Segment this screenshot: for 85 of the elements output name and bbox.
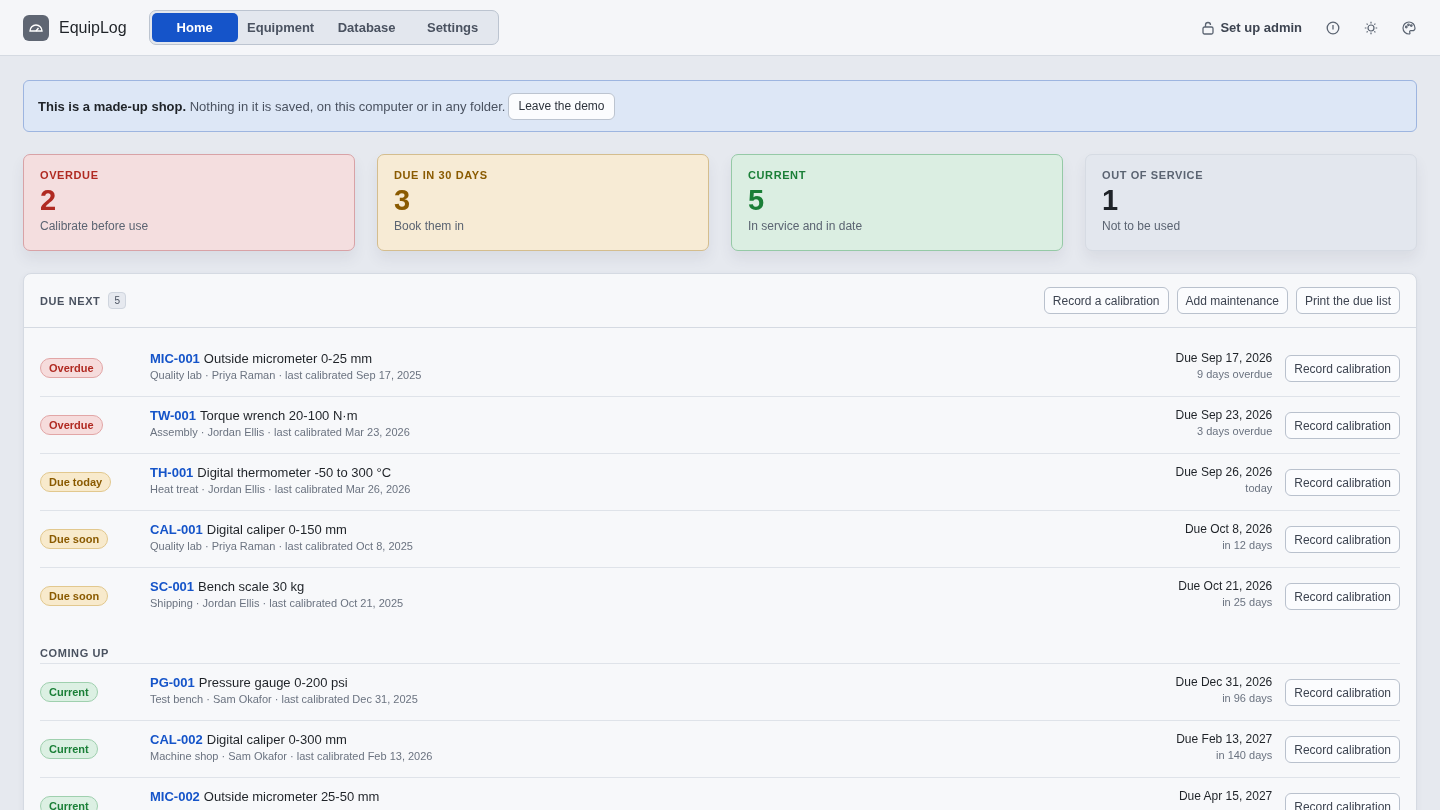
app-logo-icon	[23, 14, 49, 41]
equipment-link[interactable]: CAL-002	[150, 732, 203, 747]
stat-label: OUT OF SERVICE	[1102, 169, 1205, 181]
stat-note: Calibrate before use	[40, 219, 150, 233]
due-relative: in 12 days	[1222, 539, 1273, 551]
equipment-name: Digital caliper 0-300 mm	[206, 732, 347, 747]
equipment-name: Torque wrench 20-100 N·m	[200, 408, 358, 423]
nav-tab[interactable]: Home	[151, 13, 238, 42]
equipment-meta: Machine shop · Sam Okafor · last calibrated Feb 13, 2026	[150, 750, 434, 762]
status-badge: Due soon	[40, 529, 109, 549]
action-button[interactable]: Print the due list	[1295, 287, 1400, 314]
stat-note: In service and in date	[748, 219, 864, 233]
set-up-admin-button[interactable]: Set up admin	[1202, 20, 1302, 35]
equipment-meta: Quality lab · Priya Raman · last calibrated Sep 17, 2025	[150, 369, 423, 381]
equipment-name: Digital caliper 0-150 mm	[206, 522, 347, 537]
due-date: Due Oct 8, 2026	[1184, 522, 1273, 536]
due-relative: in 96 days	[1222, 692, 1273, 704]
action-button[interactable]: Add maintenance	[1176, 287, 1288, 314]
stat-note: Not to be used	[1102, 219, 1182, 233]
record-calibration-button[interactable]: Record calibration	[1285, 736, 1400, 763]
status-badge: Overdue	[40, 358, 103, 378]
equipment-name: Outside micrometer 0-25 mm	[203, 351, 373, 366]
equipment-meta: Test bench · Sam Okafor · last calibrated Dec 31, 2025	[150, 693, 419, 705]
demo-notice: This is a made-up shop. Nothing in it is saved, on this computer or in any folder.	[38, 98, 506, 114]
lock-icon	[1202, 20, 1215, 35]
due-date: Due Sep 17, 2026	[1175, 351, 1273, 365]
equipment-link[interactable]: TH-001	[150, 465, 194, 480]
app-name: EquipLog	[59, 18, 127, 37]
status-badge: Current	[40, 796, 98, 810]
record-calibration-button[interactable]: Record calibration	[1285, 526, 1400, 553]
section-heading: COMING UP	[40, 625, 1400, 664]
due-relative: today	[1245, 482, 1273, 494]
due-date: Due Sep 26, 2026	[1175, 465, 1273, 479]
equipment-meta: Quality lab · Priya Raman · last calibrated Oct 8, 2025	[150, 540, 414, 552]
due-date: Due Sep 23, 2026	[1175, 408, 1273, 422]
equipment-meta: Heat treat · Jordan Ellis · last calibrated Mar 26, 2026	[150, 483, 412, 495]
due-date: Due Feb 13, 2027	[1176, 732, 1273, 746]
count-badge: 5	[108, 292, 126, 309]
stat-label: DUE IN 30 DAYS	[394, 169, 489, 181]
status-badge: Due today	[40, 472, 112, 492]
record-calibration-button[interactable]: Record calibration	[1285, 355, 1400, 382]
equipment-name: Digital thermometer -50 to 300 °C	[197, 465, 392, 480]
action-button[interactable]: Record a calibration	[1043, 287, 1169, 314]
equipment-link[interactable]: MIC-001	[150, 351, 200, 366]
stat-label: OVERDUE	[40, 169, 100, 181]
record-calibration-button[interactable]: Record calibration	[1285, 469, 1400, 496]
equipment-link[interactable]: CAL-001	[150, 522, 203, 537]
due-relative: 3 days overdue	[1197, 425, 1273, 437]
status-badge: Due soon	[40, 586, 109, 606]
due-relative: 9 days overdue	[1197, 368, 1273, 380]
due-relative: in 140 days	[1216, 749, 1273, 761]
palette-button[interactable]	[1402, 20, 1416, 35]
record-calibration-button[interactable]: Record calibration	[1285, 793, 1400, 810]
stat-value: 2	[40, 183, 58, 217]
panel-title: DUE NEXT	[40, 294, 101, 307]
nav-tab[interactable]: Settings	[409, 13, 496, 42]
equipment-link[interactable]: SC-001	[150, 579, 195, 594]
nav-tab[interactable]: Database	[323, 13, 410, 42]
record-calibration-button[interactable]: Record calibration	[1285, 679, 1400, 706]
leave-demo-button[interactable]: Leave the demo	[508, 92, 615, 120]
due-date: Due Apr 15, 2027	[1178, 789, 1273, 803]
equipment-name: Outside micrometer 25-50 mm	[203, 789, 380, 804]
equipment-meta: Shipping · Jordan Ellis · last calibrated Oct 21, 2025	[150, 597, 405, 609]
equipment-name: Pressure gauge 0-200 psi	[198, 675, 348, 690]
stat-label: CURRENT	[748, 169, 807, 181]
theme-button[interactable]	[1364, 20, 1378, 35]
record-calibration-button[interactable]: Record calibration	[1285, 583, 1400, 610]
equipment-name: Bench scale 30 kg	[198, 579, 305, 594]
due-relative: in 25 days	[1222, 596, 1273, 608]
due-date: Due Oct 21, 2026	[1178, 579, 1273, 593]
stat-value: 5	[748, 183, 766, 217]
stat-value: 1	[1102, 183, 1120, 217]
status-badge: Overdue	[40, 415, 103, 435]
equipment-meta: Assembly · Jordan Ellis · last calibrated Mar 23, 2026	[150, 426, 411, 438]
status-badge: Current	[40, 682, 98, 702]
nav-tab[interactable]: Equipment	[237, 13, 324, 42]
due-date: Due Dec 31, 2026	[1175, 675, 1273, 689]
info-button[interactable]	[1326, 20, 1340, 35]
stat-value: 3	[394, 183, 412, 217]
equipment-link[interactable]: MIC-002	[150, 789, 200, 804]
status-badge: Current	[40, 739, 98, 759]
equipment-link[interactable]: TW-001	[150, 408, 196, 423]
stat-note: Book them in	[394, 219, 466, 233]
record-calibration-button[interactable]: Record calibration	[1285, 412, 1400, 439]
equipment-link[interactable]: PG-001	[150, 675, 195, 690]
